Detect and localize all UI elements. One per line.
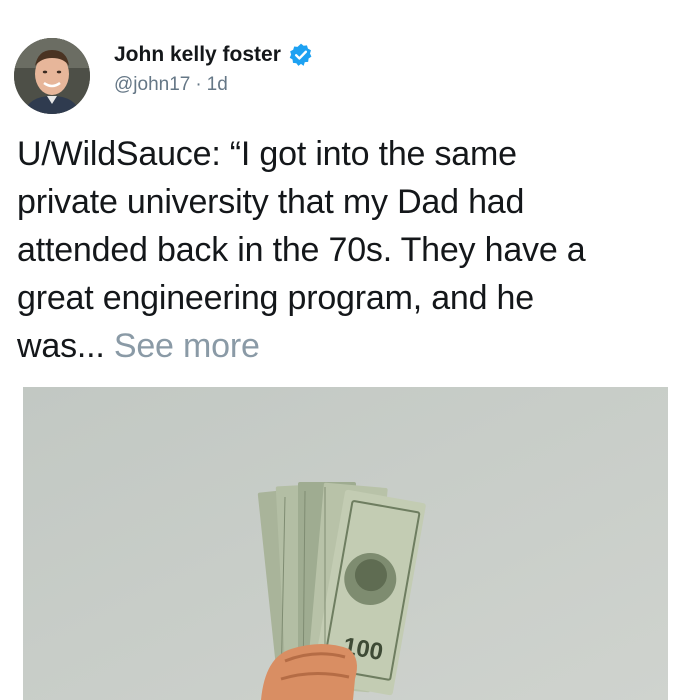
tweet-text-line: attended back in the 70s. They have a xyxy=(17,231,586,269)
tweet-media-image[interactable]: 100 xyxy=(23,387,668,700)
tweet-text-truncated: was... xyxy=(17,327,105,365)
tweet-text: U/WildSauce: “I got into the same privat… xyxy=(17,130,687,370)
tweet-text-line-last: was... See more xyxy=(17,322,687,370)
tweet-text-line: U/WildSauce: “I got into the same xyxy=(17,135,517,173)
tweet-text-line: private university that my Dad had xyxy=(17,183,525,221)
author-avatar[interactable] xyxy=(14,38,90,114)
tweet-card: John kelly foster @john17 · 1d U/WildSauce… xyxy=(0,0,700,700)
author-handle[interactable]: @john17 xyxy=(114,74,190,96)
verified-badge-icon xyxy=(289,43,312,66)
see-more-link[interactable]: See more xyxy=(114,327,260,365)
author-meta-row: @john17 · 1d xyxy=(114,74,228,96)
author-display-name[interactable]: John kelly foster xyxy=(114,43,281,67)
meta-separator: · xyxy=(195,74,202,95)
tweet-text-line: great engineering program, and he xyxy=(17,279,534,317)
tweet-timestamp[interactable]: 1d xyxy=(207,74,228,96)
author-name-row: John kelly foster xyxy=(114,38,314,72)
